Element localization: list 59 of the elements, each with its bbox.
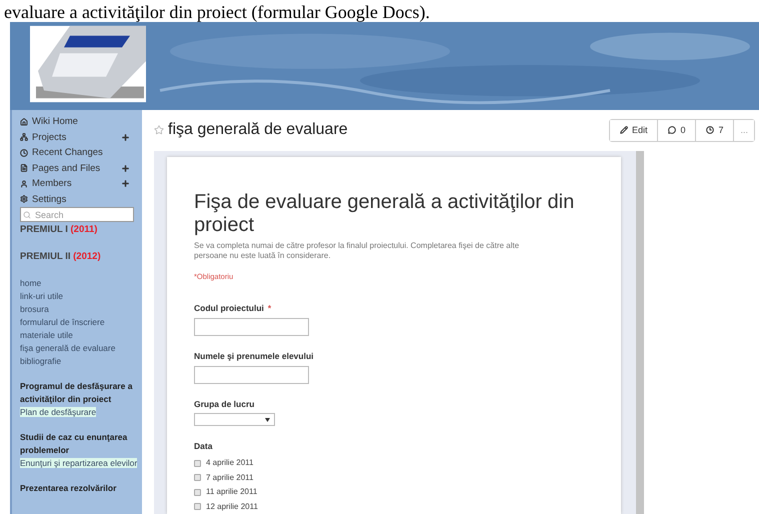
form-title: Fişa de evaluare generală a activităţilor din proiect <box>194 190 576 237</box>
nav-link[interactable]: Pages and Files <box>32 162 100 175</box>
nav-link[interactable]: Settings <box>32 192 66 206</box>
page-link[interactable]: fişa generală de evaluare <box>20 342 138 355</box>
pencil-icon <box>620 126 628 134</box>
section-heading: Programul de desfăşurare a activităţilor din proiect <box>20 380 134 406</box>
search-field[interactable]: Search <box>20 207 134 222</box>
award-heading: PREMIUL II <box>20 251 72 262</box>
checkbox-label: 12 aprilie 2011 <box>206 500 258 513</box>
page-link[interactable]: materiale utile <box>20 329 138 342</box>
star-icon[interactable] <box>154 125 164 136</box>
nav-link[interactable]: Wiki Home <box>32 115 78 128</box>
text-input[interactable] <box>194 366 309 384</box>
award-year: (2011) <box>70 224 98 235</box>
document-icon <box>20 164 28 172</box>
section-link[interactable]: Plan de desfăşurare <box>20 406 138 419</box>
checkbox[interactable] <box>194 460 201 467</box>
hierarchy-icon <box>20 133 28 142</box>
page-link[interactable]: link-uri utile <box>20 290 138 303</box>
checkbox[interactable] <box>194 474 201 482</box>
text-input[interactable] <box>194 318 309 336</box>
field-label: Grupa de lucru <box>194 398 254 408</box>
search-icon <box>23 211 31 219</box>
page-link[interactable]: bibliografie <box>20 355 138 368</box>
document-text: evaluare a activităţilor din proiect (formular Google Docs). <box>4 2 430 22</box>
field-label: Codul proiectului <box>194 303 264 313</box>
section-heading: Studii de caz cu enunţarea problemelor <box>20 431 128 457</box>
field-label: Data <box>194 441 212 452</box>
award-heading: PREMIUL I <box>20 224 69 235</box>
checkbox-label: 11 aprilie 2011 <box>206 486 258 498</box>
dropdown[interactable] <box>194 413 275 426</box>
house-icon <box>20 118 28 126</box>
plus-icon[interactable] <box>121 164 130 173</box>
page-link[interactable]: brosura <box>20 303 138 316</box>
page-link[interactable]: home <box>20 277 138 290</box>
clock-icon <box>20 148 28 157</box>
scrollbar[interactable] <box>636 150 644 514</box>
person-icon <box>20 180 28 188</box>
caret-icon <box>265 418 270 422</box>
nav-link[interactable]: Projects <box>32 130 66 144</box>
nav-link[interactable]: Recent Changes <box>32 146 103 160</box>
page-link[interactable]: formularul de înscriere <box>20 316 138 329</box>
speech-bubble-icon <box>668 126 676 134</box>
section-link[interactable]: Enunţuri şi repartizarea elevilor <box>20 457 138 470</box>
checkbox-label: 4 aprilie 2011 <box>206 457 254 470</box>
field-label: Numele şi prenumele elevului <box>194 350 314 361</box>
clock-icon <box>706 126 714 134</box>
required-mark: * <box>268 303 272 313</box>
plus-icon[interactable] <box>121 179 130 188</box>
page-title: fişa generală de evaluare <box>168 120 348 140</box>
checkbox-label: 7 aprilie 2011 <box>206 472 254 484</box>
form-description: Se va completa numai de către profesor la finalul proiectului. Completarea fişei de către alte persoane nu este luată în considerare. <box>194 240 520 261</box>
settings-icon <box>20 195 28 204</box>
section-heading: Prezentarea rezolvărilor <box>20 482 118 495</box>
checkbox[interactable] <box>194 503 201 510</box>
plus-icon[interactable] <box>121 132 130 142</box>
nav-link[interactable]: Members <box>32 177 72 190</box>
checkbox[interactable] <box>194 488 201 496</box>
award-year: (2012) <box>73 251 101 262</box>
